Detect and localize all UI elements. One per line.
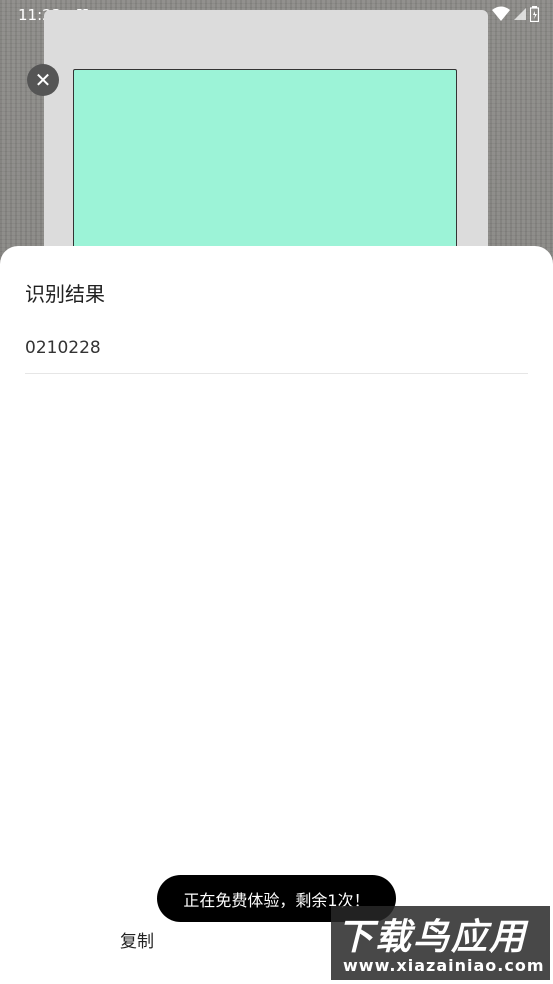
watermark-main: 下载鸟应用 — [337, 917, 528, 958]
signal-icon — [514, 8, 526, 20]
watermark: 下载鸟应用 www.xiazainiao.com — [331, 906, 550, 980]
result-value[interactable]: 0210228 — [25, 338, 101, 358]
result-sheet: 识别结果 0210228 复制 — [0, 246, 553, 984]
wifi-icon — [492, 6, 510, 21]
divider — [25, 373, 528, 374]
battery-icon — [530, 6, 539, 22]
sheet-title: 识别结果 — [25, 282, 105, 306]
close-button[interactable]: ✕ — [27, 64, 59, 96]
scanned-card — [73, 69, 457, 256]
watermark-sub: www.xiazainiao.com — [343, 956, 545, 975]
copy-button[interactable]: 复制 — [120, 927, 154, 952]
status-icons — [492, 6, 539, 22]
close-icon: ✕ — [34, 68, 52, 92]
